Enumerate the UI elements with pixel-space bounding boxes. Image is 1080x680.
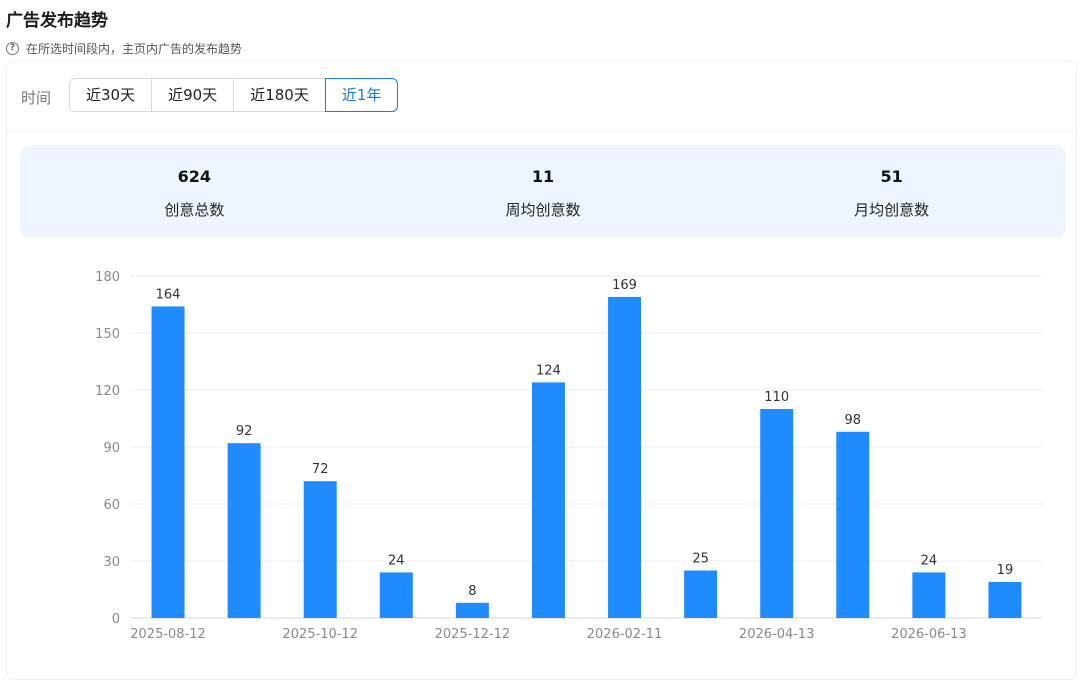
- y-tick-label: 180: [95, 270, 120, 285]
- bar-value-label: 92: [236, 424, 253, 439]
- x-tick-label: 2025-12-12: [435, 627, 511, 642]
- bar: [912, 572, 946, 618]
- bar-value-label: 8: [468, 584, 476, 599]
- bar: [151, 306, 185, 618]
- bar-value-label: 24: [921, 553, 938, 568]
- y-tick-label: 90: [103, 441, 120, 456]
- x-tick-label: 2026-02-11: [587, 627, 663, 642]
- bar: [760, 409, 794, 618]
- bar: [227, 443, 261, 618]
- y-tick-label: 60: [103, 498, 120, 513]
- bar: [531, 382, 565, 618]
- bar-value-label: 19: [997, 563, 1014, 578]
- x-tick-label: 2026-04-13: [739, 627, 815, 642]
- bar: [608, 296, 642, 618]
- bar: [455, 602, 489, 618]
- bar-value-label: 169: [612, 278, 637, 293]
- bar-value-label: 110: [764, 390, 789, 405]
- bar: [836, 431, 870, 618]
- bar-value-label: 25: [692, 552, 709, 567]
- y-tick-label: 150: [95, 327, 120, 342]
- bar: [988, 581, 1022, 618]
- bar-value-label: 24: [388, 553, 405, 568]
- x-tick-label: 2025-10-12: [282, 627, 358, 642]
- bar: [379, 572, 413, 618]
- bar: [684, 570, 718, 618]
- y-tick-label: 30: [103, 555, 120, 570]
- y-tick-label: 0: [112, 612, 120, 627]
- bar-value-label: 164: [156, 287, 181, 302]
- bar-value-label: 72: [312, 462, 329, 477]
- bar: [303, 481, 337, 618]
- x-tick-label: 2025-08-12: [130, 627, 206, 642]
- bar-chart: 0 30 60 90 120 150 180 164 2025-08-12 92 72 2025-10…: [95, 270, 1043, 642]
- y-tick-label: 120: [95, 384, 120, 399]
- bar-value-label: 124: [536, 363, 561, 378]
- bar-value-label: 98: [845, 413, 862, 428]
- x-tick-label: 2026-06-13: [891, 627, 967, 642]
